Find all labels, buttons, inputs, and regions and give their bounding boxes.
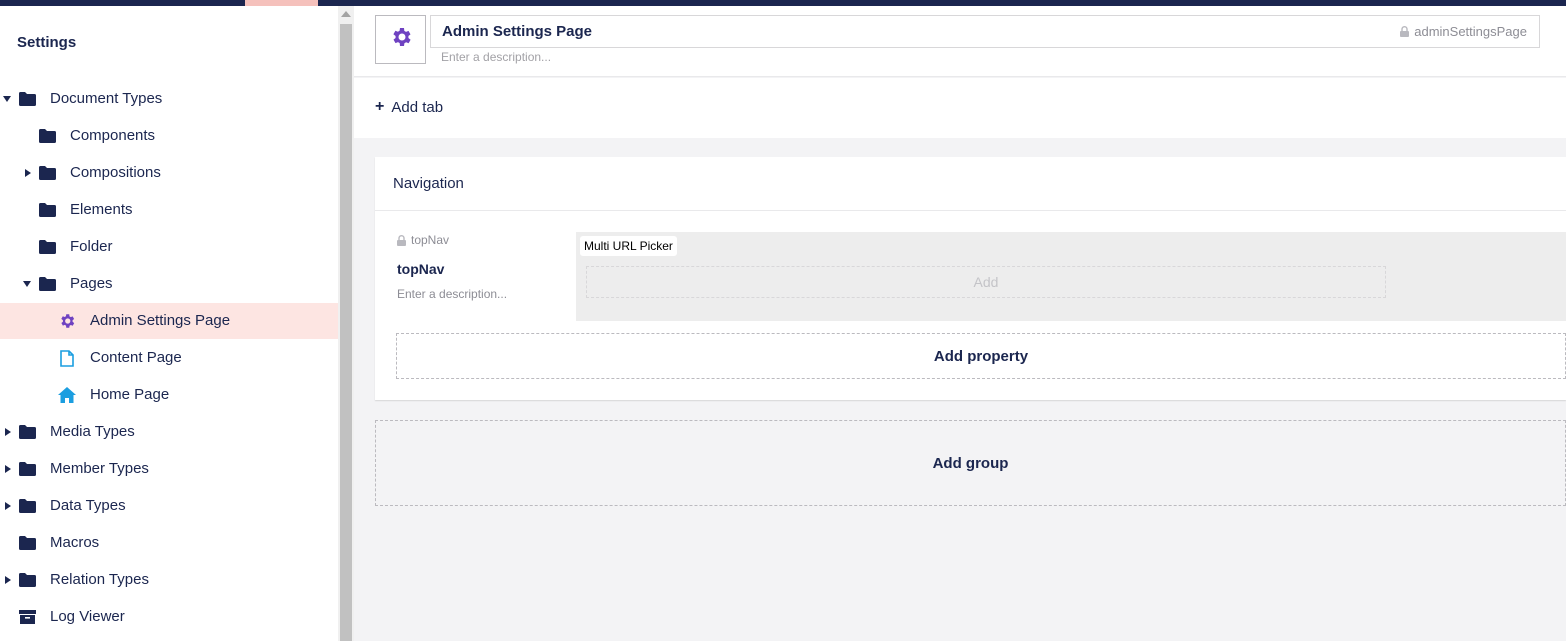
sidebar-item-label: Elements <box>70 201 133 218</box>
sidebar-item[interactable]: Macros <box>0 525 338 561</box>
folder-icon <box>38 202 56 218</box>
sidebar-item-label: Content Page <box>90 349 182 366</box>
folder-icon <box>18 572 36 588</box>
folder-icon <box>18 91 36 107</box>
lock-icon <box>1400 26 1410 37</box>
sidebar-item-label: Home Page <box>90 386 170 403</box>
scroll-up-arrow-icon[interactable] <box>341 11 351 17</box>
sidebar-item-label: Media Types <box>50 423 135 440</box>
doctype-alias-value: adminSettingsPage <box>1414 24 1527 39</box>
box-icon <box>18 609 36 625</box>
caret-right-icon[interactable] <box>5 428 11 436</box>
sidebar-item-label: Document Types <box>50 90 163 107</box>
add-group-button[interactable]: Add group <box>375 420 1566 506</box>
lock-icon <box>397 234 406 246</box>
folder-icon <box>38 239 56 255</box>
folder-icon <box>18 424 36 440</box>
sidebar-item[interactable]: Folder <box>0 229 338 265</box>
folder-icon <box>18 498 36 514</box>
sidebar-item-label: Pages <box>70 275 113 292</box>
folder-icon <box>18 461 36 477</box>
sidebar-item[interactable]: Components <box>0 118 338 154</box>
caret-right-icon[interactable] <box>5 576 11 584</box>
plus-icon: + <box>375 98 385 115</box>
caret-right-icon[interactable] <box>25 169 31 177</box>
property-group: Navigation topNav topNav Enter a descrip… <box>375 157 1566 400</box>
doctype-name-input[interactable]: Admin Settings Page adminSettingsPage <box>430 15 1540 48</box>
caret-right-icon[interactable] <box>5 465 11 473</box>
sidebar-item[interactable]: Content Page <box>0 340 338 376</box>
folder-icon <box>38 276 56 292</box>
sidebar-item-label: Components <box>70 127 156 144</box>
sidebar-item-label: Admin Settings Page <box>90 312 231 329</box>
editor-header: Admin Settings Page adminSettingsPage En… <box>354 6 1566 77</box>
sidebar-item-label: Log Viewer <box>50 608 125 625</box>
sidebar-item[interactable]: Media Types <box>0 414 338 450</box>
sidebar-item-label: Relation Types <box>50 571 149 588</box>
property-editor-preview[interactable]: Multi URL Picker Add <box>576 232 1566 321</box>
gear-icon <box>389 25 413 54</box>
sidebar-item-label: Macros <box>50 534 100 551</box>
sidebar-scrollbar-thumb[interactable] <box>340 24 352 641</box>
home-icon <box>58 387 76 403</box>
sidebar-item-label: Data Types <box>50 497 126 514</box>
property-alias-value: topNav <box>411 233 450 247</box>
sidebar-title: Settings <box>17 34 77 51</box>
folder-icon <box>38 165 56 181</box>
doctype-icon-picker[interactable] <box>375 15 426 64</box>
doctype-name-value: Admin Settings Page <box>442 23 593 40</box>
sidebar-item[interactable]: Relation Types <box>0 562 338 598</box>
doctype-description-input[interactable]: Enter a description... <box>441 50 551 64</box>
editor-add-placeholder: Add <box>586 266 1386 298</box>
tab-bar: + Add tab <box>354 78 1566 138</box>
sidebar-item-label: Compositions <box>70 164 161 181</box>
add-property-button[interactable]: Add property <box>396 333 1566 379</box>
caret-down-icon[interactable] <box>3 96 11 102</box>
folder-icon <box>38 128 56 144</box>
add-tab-label: Add tab <box>391 98 444 116</box>
document-icon <box>58 349 76 367</box>
sidebar-item-label: Member Types <box>50 460 149 477</box>
property-alias[interactable]: topNav <box>397 233 449 247</box>
sidebar-item[interactable]: Pages <box>0 266 338 302</box>
main-panel: Admin Settings Page adminSettingsPage En… <box>354 6 1566 641</box>
sidebar-item[interactable]: Compositions <box>0 155 338 191</box>
sidebar-item[interactable]: Admin Settings Page <box>0 303 338 339</box>
sidebar-item[interactable]: Log Viewer <box>0 599 338 635</box>
property-description[interactable]: Enter a description... <box>397 287 507 301</box>
sidebar-item[interactable]: Elements <box>0 192 338 228</box>
add-tab-button[interactable]: + Add tab <box>375 98 443 116</box>
doctype-alias[interactable]: adminSettingsPage <box>1400 24 1527 39</box>
caret-down-icon[interactable] <box>23 281 31 287</box>
property-name[interactable]: topNav <box>397 261 444 277</box>
sidebar-item-label: Folder <box>70 238 113 255</box>
sidebar-item[interactable]: Data Types <box>0 488 338 524</box>
sidebar-item[interactable]: Document Types <box>0 81 338 117</box>
folder-icon <box>18 535 36 551</box>
group-name-input[interactable]: Navigation <box>393 175 464 192</box>
caret-right-icon[interactable] <box>5 502 11 510</box>
sidebar-item[interactable]: Home Page <box>0 377 338 413</box>
editor-type-label: Multi URL Picker <box>580 236 677 256</box>
gear-icon <box>58 313 76 329</box>
sidebar-item[interactable]: Member Types <box>0 451 338 487</box>
group-header: Navigation <box>375 157 1566 211</box>
sidebar: Settings Document Types Components Composi… <box>0 6 338 641</box>
